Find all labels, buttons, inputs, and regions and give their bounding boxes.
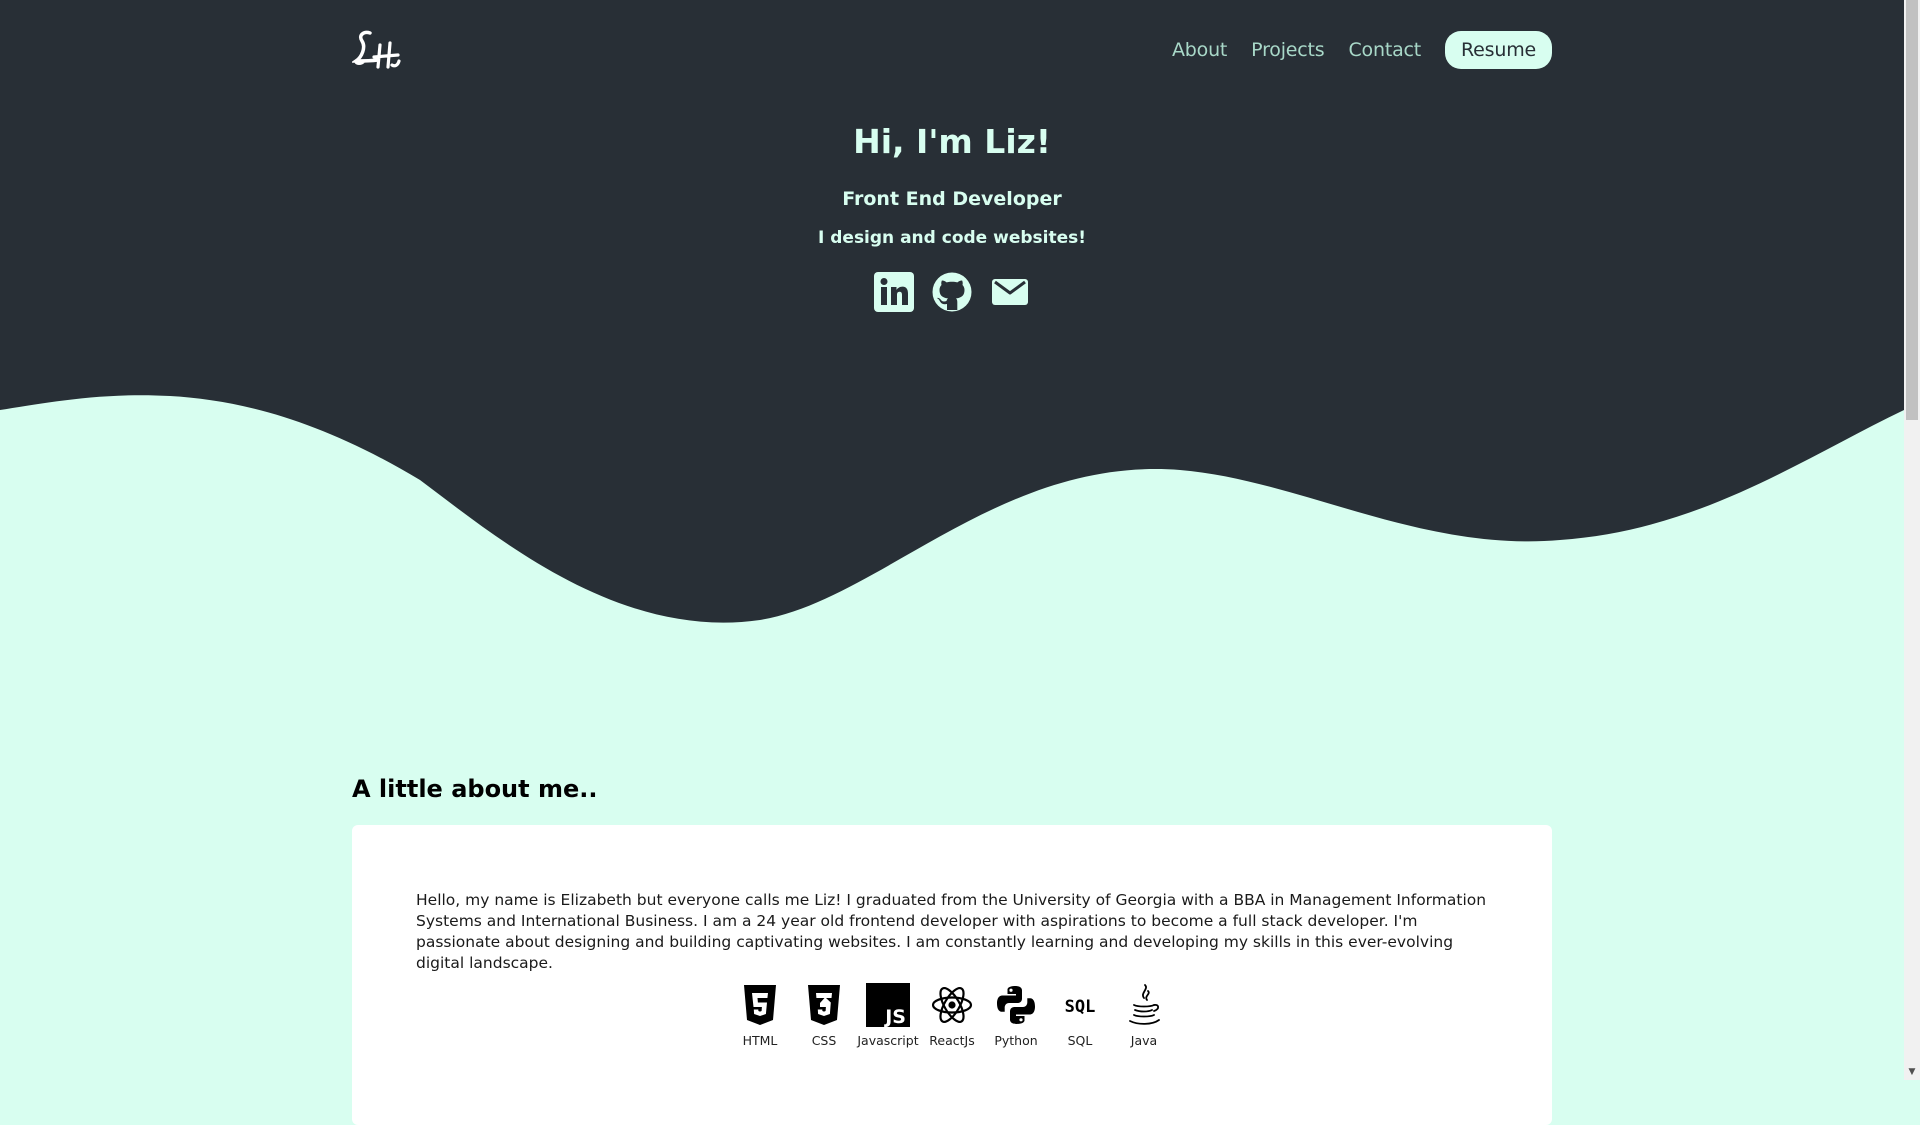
nav-link-projects[interactable]: Projects: [1251, 39, 1325, 61]
css3-icon: [808, 985, 840, 1025]
scroll-down-icon[interactable]: ▼: [1904, 1064, 1920, 1080]
skill-label-css: CSS: [811, 1033, 837, 1048]
linkedin-icon[interactable]: [874, 272, 914, 312]
hero-wave-background: [0, 0, 1904, 623]
github-icon[interactable]: [932, 272, 972, 312]
sql-icon: SQL: [1065, 997, 1096, 1017]
nav-links: About Projects Contact Resume: [1148, 31, 1552, 69]
top-navigation: About Projects Contact Resume: [350, 27, 1552, 73]
about-bio: Hello, my name is Elizabeth but everyone…: [416, 891, 1487, 972]
skill-item-sql: SQL SQL: [1048, 983, 1112, 1048]
scrollbar-thumb[interactable]: [1906, 0, 1918, 420]
email-icon[interactable]: [990, 272, 1030, 312]
skill-label-java: Java: [1130, 1033, 1158, 1048]
skill-label-javascript: Javascript: [857, 1033, 919, 1048]
nav-link-contact[interactable]: Contact: [1348, 39, 1421, 61]
hero-title: Hi, I'm Liz!: [853, 122, 1051, 161]
resume-button[interactable]: Resume: [1445, 31, 1552, 69]
skill-label-html: HTML: [742, 1033, 778, 1048]
about-heading: A little about me..: [352, 775, 598, 803]
html5-icon: [744, 985, 776, 1025]
react-icon: [931, 987, 973, 1023]
skill-label-sql: SQL: [1067, 1033, 1093, 1048]
hero-tagline: I design and code websites!: [818, 228, 1086, 248]
skill-item-python: Python: [984, 983, 1048, 1048]
lh-logo-icon[interactable]: [350, 27, 404, 71]
page-scrollbar[interactable]: ▲ ▼: [1904, 0, 1920, 1080]
svg-text:SQL: SQL: [1065, 997, 1096, 1017]
skill-item-css: CSS: [792, 983, 856, 1048]
skill-item-java: Java: [1112, 983, 1176, 1048]
svg-text:JS: JS: [883, 1006, 906, 1027]
skill-label-python: Python: [994, 1033, 1038, 1048]
skill-item-javascript: JS Javascript: [856, 983, 920, 1048]
python-icon: [997, 986, 1035, 1024]
skills-list: HTML CSS JS Javascript ReactJs Python SQ…: [352, 983, 1552, 1048]
javascript-icon: JS: [866, 983, 910, 1027]
skill-item-html: HTML: [728, 983, 792, 1048]
skill-item-react: ReactJs: [920, 983, 984, 1048]
nav-link-about[interactable]: About: [1172, 39, 1227, 61]
social-links: [0, 272, 1904, 312]
hero-section: About Projects Contact Resume Hi, I'm Li…: [0, 0, 1904, 640]
skill-label-react: ReactJs: [929, 1033, 975, 1048]
hero-role: Front End Developer: [842, 188, 1062, 210]
about-card: Hello, my name is Elizabeth but everyone…: [352, 825, 1552, 1125]
java-icon: [1129, 984, 1160, 1025]
